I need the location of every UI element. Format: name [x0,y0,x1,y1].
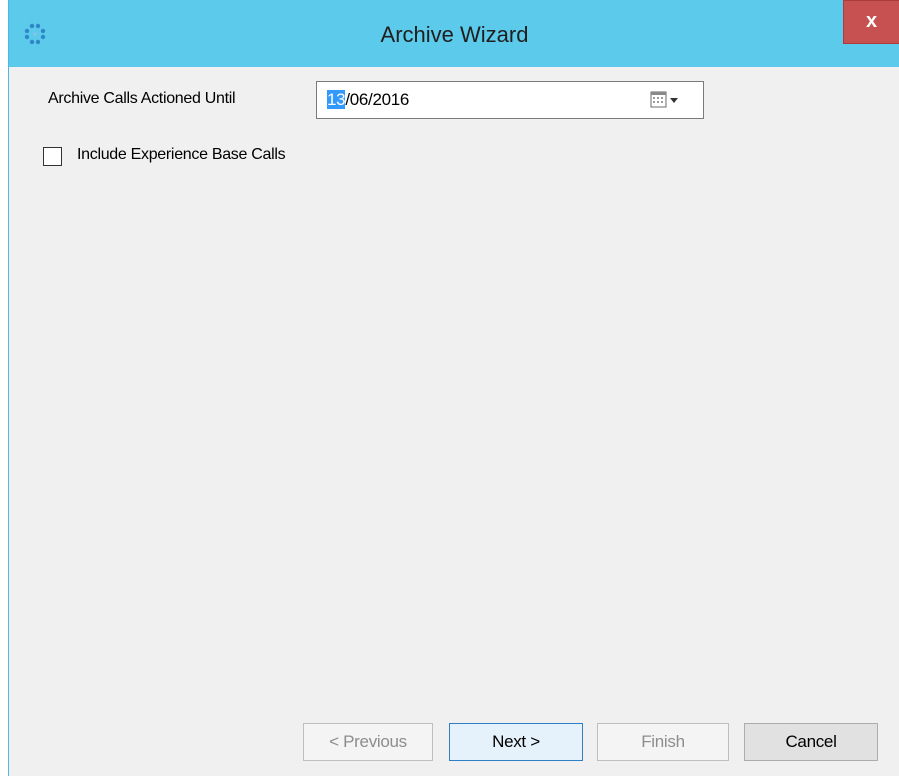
include-experience-label[interactable]: Include Experience Base Calls [77,146,286,164]
close-button[interactable]: x [843,0,899,44]
previous-button[interactable]: < Previous [303,723,433,761]
date-day-selected: 13 [327,90,346,109]
archive-until-label: Archive Calls Actioned Until [48,90,236,107]
next-button[interactable]: Next > [449,723,583,761]
include-experience-checkbox[interactable] [43,147,62,166]
title-bar[interactable]: Archive Wizard x [9,0,899,67]
cancel-button[interactable]: Cancel [744,723,878,761]
archive-date-picker[interactable]: 13/06/2016 [316,81,704,119]
calendar-dropdown-icon[interactable] [648,88,688,112]
window-title: Archive Wizard [380,22,529,47]
archive-wizard-window: Archive Wizard x Archive Calls Actioned … [8,0,899,776]
finish-button[interactable]: Finish [597,723,729,761]
date-month-year: /06/2016 [345,90,410,109]
date-value[interactable]: 13/06/2016 [327,90,409,110]
